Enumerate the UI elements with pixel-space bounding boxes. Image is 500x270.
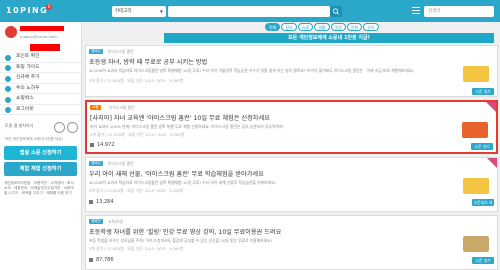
card-cta-button[interactable]: 소문내지 하기 bbox=[472, 199, 494, 212]
sidebar-item-logout[interactable]: 로그아웃 bbox=[0, 105, 81, 115]
card-description: 40,000여 교과서 학습자료 아이스크림홈런 방학 특별체험 10일 무료!… bbox=[89, 180, 277, 185]
card-title[interactable]: 우리 아이 새해 선물, '아이스크림 홈런' 무료 학습체험을 받아가세요 bbox=[89, 169, 264, 178]
sidebar-item-label: 포인트 확인 bbox=[16, 54, 40, 59]
tab-kids[interactable]: 유아 bbox=[363, 23, 379, 31]
card-badge: 캠페인 bbox=[89, 49, 103, 54]
points-icon bbox=[5, 54, 11, 61]
person-icon bbox=[89, 258, 93, 262]
sidebar-item-shopbox[interactable]: 쇼핑박스 bbox=[0, 94, 81, 105]
card-title[interactable]: [사지아] 자녀 교육엔 '아이스크림 홈런' 10일 무료 체험은 신청하세요 bbox=[90, 113, 270, 122]
sidebar: mabo1@naver.com 포인트 확인 토핑 가이드 신규에 추가 주의 … bbox=[0, 22, 82, 270]
campaign-card[interactable]: 캠페인 아이스크림 홈런 초등생 자녀, 방학 때 무료로 공부 시키는 방법 … bbox=[85, 45, 498, 97]
tab-ad[interactable]: 광고 bbox=[281, 23, 297, 31]
campaign-card[interactable]: 캠페인 교육/아동 초등학생 자녀를 위한 '힐링' 인강 무료 영상 강의, … bbox=[85, 215, 498, 270]
card-meta: 3개 참가 / 11,000명 · 모집 기간: 2/14~3/20 · 3,0… bbox=[90, 132, 185, 137]
card-tag: 아이스크림 홈런 bbox=[108, 161, 134, 166]
footer-links: 개인정보처리방침 · 이용약관 · 고객센터 · 회사소개 · 제휴문의 · 이… bbox=[4, 181, 74, 195]
card-thumbnail[interactable] bbox=[462, 122, 488, 138]
card-meta: 3개 참가 / 11,000명 · 모집 기간: 2/14~3/20 · 3,0… bbox=[89, 188, 184, 193]
app-note: 모든 개인정보에게 소문내 1만원 지급! bbox=[5, 137, 63, 141]
card-cta-button[interactable]: 소문 내기 bbox=[472, 88, 494, 95]
sidebar-item-label: 쇼핑박스 bbox=[16, 96, 34, 101]
main-content: 전체 광고 쇼핑 생활 맛집 문화 유아 모든 개인정보에게 소문내 1만원 지급! 캠페인… bbox=[84, 22, 500, 270]
logout-icon bbox=[5, 107, 11, 113]
card-meta: 3개 참가 / 11,000명 · 모집 기간: 2/14~3/20 · 3,0… bbox=[89, 78, 184, 83]
card-badge: 캠페인 bbox=[89, 219, 103, 224]
search-icon bbox=[332, 8, 340, 15]
card-description: 40,000여 교과서 학습자료 아이스크림홈런 방학 특별체험 10일 무료!… bbox=[89, 68, 414, 73]
person-icon bbox=[90, 143, 94, 147]
card-tag: 아이스크림 홈런 bbox=[109, 105, 135, 110]
tab-culture[interactable]: 문화 bbox=[346, 23, 363, 31]
card-thumbnail[interactable] bbox=[463, 236, 489, 252]
profile: mabo1@naver.com bbox=[0, 22, 81, 52]
card-count: 87,786 bbox=[96, 257, 114, 263]
card-title[interactable]: 초등생 자녀, 방학 때 무료로 공부 시키는 방법 bbox=[89, 57, 207, 66]
app-install-label[interactable]: 토핑 앱 설치하기 bbox=[5, 123, 33, 129]
card-tag: 교육/아동 bbox=[108, 219, 124, 224]
tab-life[interactable]: 생활 bbox=[314, 23, 330, 31]
notification-badge[interactable]: 0 bbox=[46, 4, 52, 10]
card-count: 13,284 bbox=[96, 199, 114, 205]
app-install-row: 토핑 앱 설치하기 bbox=[0, 121, 81, 135]
apple-icon[interactable] bbox=[67, 122, 78, 133]
menu-icon[interactable] bbox=[412, 7, 420, 15]
tab-all[interactable]: 전체 bbox=[265, 23, 281, 31]
redacted-name bbox=[20, 26, 64, 31]
sidebar-item-label: 신규에 추가 bbox=[16, 75, 40, 80]
apply-trial-button[interactable]: 체험 체험 신청하기 bbox=[4, 162, 77, 176]
top-bar: 10PING 0 카테고리 ▼ 검색어 bbox=[0, 0, 500, 22]
search-input[interactable] bbox=[168, 6, 330, 17]
sidebar-item-add[interactable]: 신규에 추가 bbox=[0, 73, 81, 84]
card-badge: 쇼핑 bbox=[90, 105, 101, 110]
tips-icon bbox=[5, 86, 11, 92]
google-play-icon[interactable] bbox=[54, 122, 65, 133]
chevron-down-icon: ▼ bbox=[159, 9, 163, 14]
card-tag: 아이스크림 홈런 bbox=[108, 49, 134, 54]
sidebar-item-points[interactable]: 포인트 확인 bbox=[0, 52, 81, 63]
card-cta-button[interactable]: 소문 내기 bbox=[471, 143, 493, 150]
header-search-input[interactable]: 검색어 bbox=[424, 6, 494, 17]
category-select-value: 카테고리 bbox=[115, 9, 132, 14]
card-description: 아이 교과서 100% 연계! 아이스크림 홈런 방학 특별 무료 체험 신청하… bbox=[90, 124, 284, 129]
card-title[interactable]: 초등학생 자녀를 위한 '힐링' 인강 무료 영상 강의, 10일 무료이용권 … bbox=[89, 227, 281, 236]
campaign-card-selected[interactable]: 쇼핑 아이스크림 홈런 [사지아] 자녀 교육엔 '아이스크림 홈런' 10일 … bbox=[85, 100, 498, 154]
tab-shopping[interactable]: 쇼핑 bbox=[297, 23, 314, 31]
sidebar-item-label: 토핑 가이드 bbox=[16, 64, 40, 70]
sidebar-item-tips[interactable]: 주의 노하우 bbox=[0, 84, 81, 94]
redacted-points bbox=[30, 44, 60, 51]
campaign-card[interactable]: 캠페인 아이스크림 홈런 우리 아이 새해 선물, '아이스크림 홈런' 무료 … bbox=[85, 157, 498, 212]
sidebar-item-label: 로그아웃 bbox=[16, 106, 34, 112]
apply-rumor-button[interactable]: 앱설 소문 신청하기 bbox=[4, 146, 77, 160]
card-description: 초등 학생을 키우는 부모님들 주목! 아이가 혼자서도 즐겁게 공부할 수 있… bbox=[89, 238, 273, 243]
avatar[interactable] bbox=[5, 26, 17, 38]
category-select[interactable]: 카테고리 ▼ bbox=[112, 6, 166, 17]
category-tabs: 전체 광고 쇼핑 생활 맛집 문화 유아 bbox=[265, 23, 380, 32]
new-corner-ribbon-icon bbox=[487, 158, 497, 168]
sidebar-item-label: 주의 노하우 bbox=[16, 85, 40, 91]
person-icon bbox=[89, 200, 93, 204]
add-icon bbox=[5, 75, 11, 82]
box-icon bbox=[5, 96, 11, 103]
sidebar-menu: 포인트 확인 토핑 가이드 신규에 추가 주의 노하우 쇼핑박스 로그아웃 bbox=[0, 52, 81, 115]
logo[interactable]: 10PING bbox=[6, 6, 48, 15]
card-thumbnail[interactable] bbox=[463, 66, 489, 82]
card-meta: 3개 참가 / 11,000명 · 모집 기간: 2/14~3/20 · 3,0… bbox=[89, 246, 184, 251]
sidebar-item-guide[interactable]: 토핑 가이드 bbox=[0, 63, 81, 73]
card-thumbnail[interactable] bbox=[463, 178, 489, 194]
card-count: 14,972 bbox=[97, 142, 115, 148]
search-button[interactable] bbox=[330, 6, 342, 17]
notice-banner[interactable]: 모든 개인정보에게 소문내 1만원 지급! bbox=[164, 33, 494, 43]
new-corner-ribbon-icon bbox=[486, 102, 496, 112]
user-email: mabo1@naver.com bbox=[20, 34, 57, 39]
guide-icon bbox=[5, 65, 11, 71]
card-cta-button[interactable]: 소문 내기 bbox=[472, 257, 494, 264]
card-badge: 캠페인 bbox=[89, 161, 103, 166]
tab-food[interactable]: 맛집 bbox=[330, 23, 346, 31]
